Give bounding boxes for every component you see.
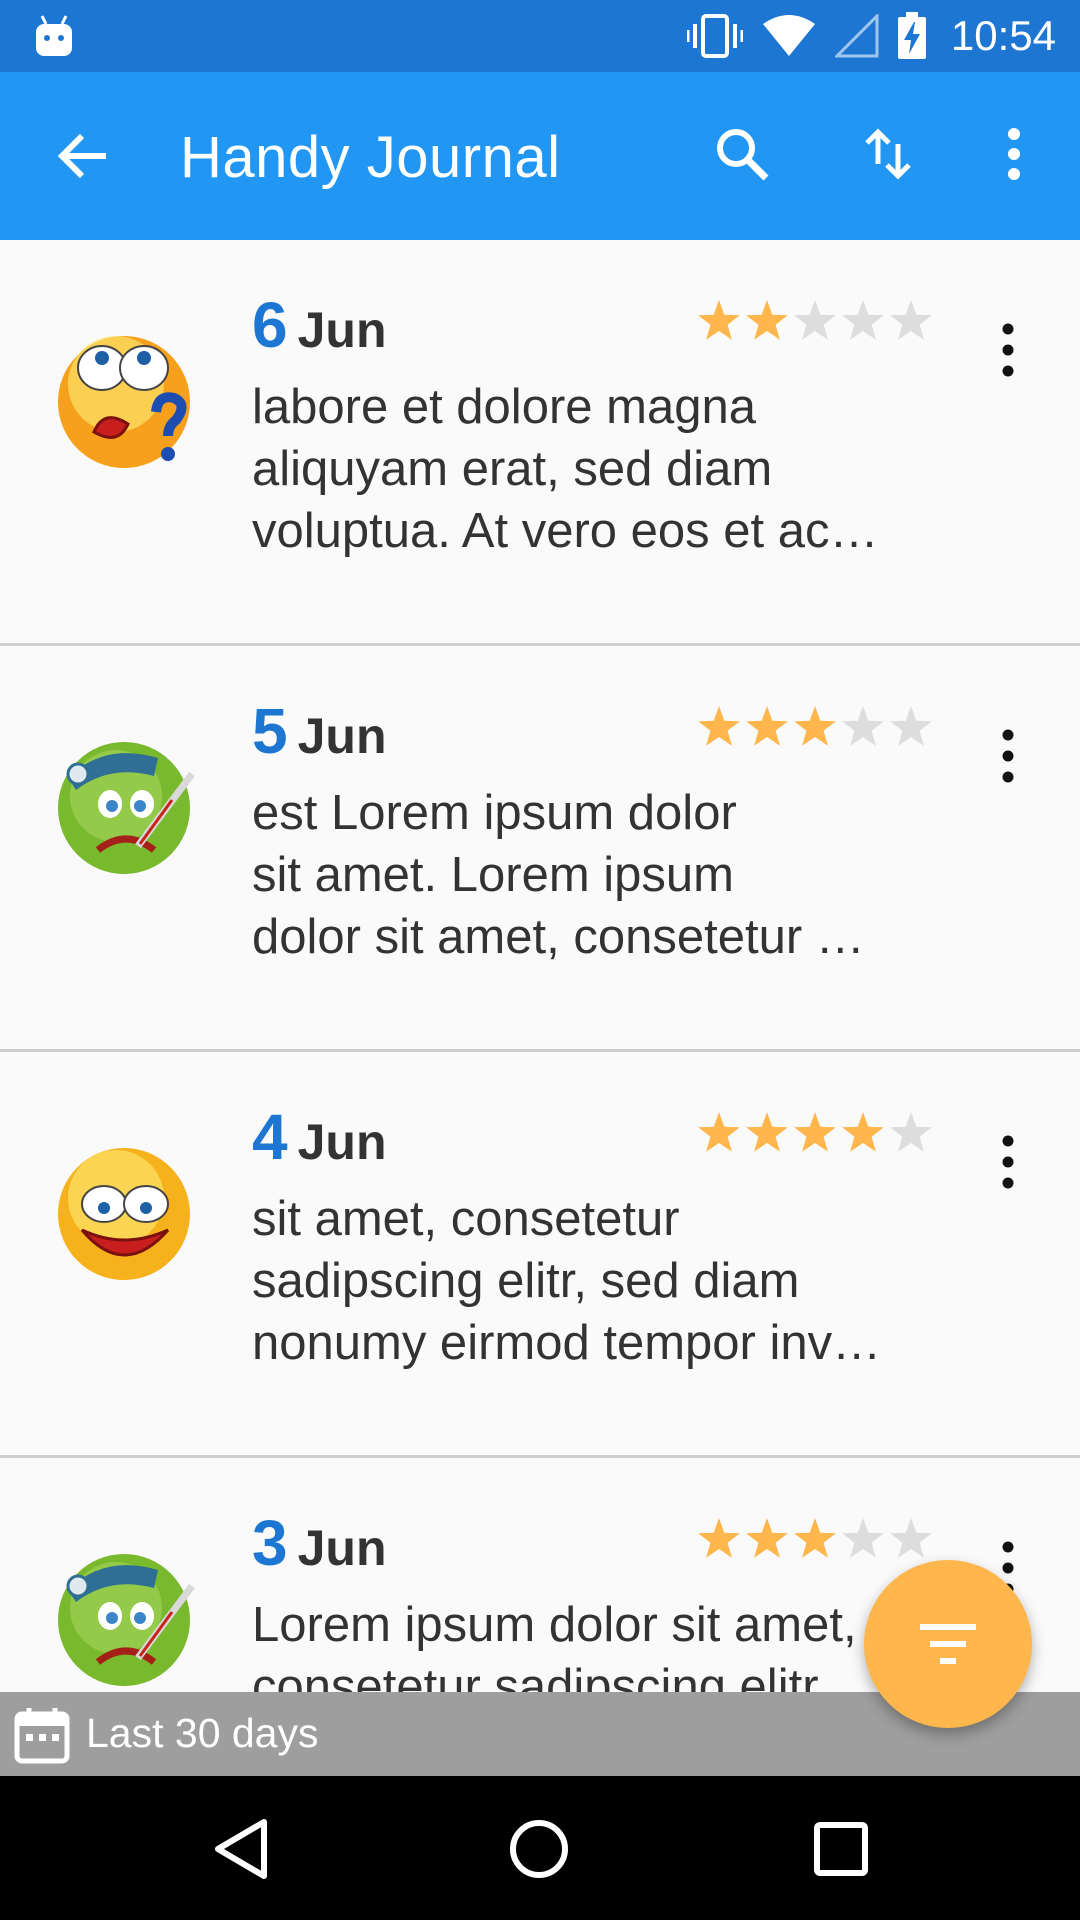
wifi-icon <box>762 15 815 56</box>
entry-date: 3 Jun <box>252 1506 387 1580</box>
entry-month: Jun <box>297 302 387 358</box>
signal-icon <box>834 14 879 58</box>
happy-face-icon <box>58 1148 190 1280</box>
entry-menu-icon[interactable] <box>986 1132 1030 1192</box>
star-filled-icon <box>746 1112 788 1152</box>
entry-date: 5 Jun <box>252 694 387 768</box>
star-empty-icon <box>842 706 884 746</box>
entry-day: 3 <box>252 1507 288 1579</box>
sort-icon[interactable] <box>858 124 918 184</box>
journal-entry-list: 6 Jun labore et dolore magna aliquyam erat… <box>0 240 1080 1692</box>
journal-entry[interactable]: 4 Jun sit amet, consetetur sadipscing elit… <box>0 1052 1080 1458</box>
confused-face-icon <box>58 336 190 468</box>
system-nav-bar <box>0 1776 1080 1920</box>
vibrate-icon <box>686 14 743 58</box>
app-bar: Handy Journal <box>0 72 1080 240</box>
entry-text-line: Lorem ipsum dolor sit amet, <box>252 1598 857 1652</box>
sick-face-icon <box>58 742 195 874</box>
entry-text-line: labore et dolore magna <box>252 380 756 434</box>
entry-text-line: consetetur sadipscing elitr, <box>252 1660 830 1692</box>
filter-label: Last 30 days <box>86 1710 319 1756</box>
entry-text-line: voluptua. At vero eos et ac… <box>252 504 879 558</box>
rating-stars <box>696 1110 934 1156</box>
entry-text-line: est Lorem ipsum dolor <box>252 786 737 840</box>
star-filled-icon <box>842 1112 884 1152</box>
rating-stars <box>696 704 934 750</box>
entry-month: Jun <box>297 1114 387 1170</box>
star-filled-icon <box>698 1112 740 1152</box>
rating-stars <box>696 1516 934 1562</box>
entry-text-line: sadipscing elitr, sed diam <box>252 1254 800 1308</box>
star-empty-icon <box>794 300 836 340</box>
star-empty-icon <box>842 300 884 340</box>
star-empty-icon <box>890 1112 932 1152</box>
entry-text: labore et dolore magna aliquyam erat, sed… <box>252 376 932 562</box>
status-bar: 10:54 <box>0 0 1080 72</box>
entry-day: 4 <box>252 1101 288 1173</box>
star-filled-icon <box>794 706 836 746</box>
star-filled-icon <box>698 1518 740 1558</box>
page-title: Handy Journal <box>180 125 561 190</box>
nav-recents-icon[interactable] <box>814 1822 868 1876</box>
entry-text-line: aliquyam erat, sed diam <box>252 442 773 496</box>
star-filled-icon <box>698 300 740 340</box>
star-empty-icon <box>890 1518 932 1558</box>
search-icon[interactable] <box>712 124 772 184</box>
calendar-icon <box>14 1708 70 1764</box>
nav-back-icon[interactable] <box>212 1818 272 1880</box>
star-empty-icon <box>842 1518 884 1558</box>
more-vert-icon[interactable] <box>984 124 1044 184</box>
journal-entry[interactable]: 5 Jun est Lorem ipsum dolor sit amet. Lore… <box>0 646 1080 1052</box>
entry-month: Jun <box>297 1520 387 1576</box>
status-time: 10:54 <box>950 12 1056 59</box>
entry-month: Jun <box>297 708 387 764</box>
mood-icon <box>54 1140 196 1282</box>
star-empty-icon <box>890 300 932 340</box>
star-filled-icon <box>746 300 788 340</box>
filter-icon <box>920 1624 976 1664</box>
star-filled-icon <box>794 1518 836 1558</box>
entry-text-line: nonumy eirmod tempor inv… <box>252 1316 882 1370</box>
mood-icon <box>54 1546 196 1688</box>
entry-date: 4 Jun <box>252 1100 387 1174</box>
entry-text: sit amet, consetetur sadipscing elitr, se… <box>252 1188 932 1374</box>
mood-icon <box>54 734 196 876</box>
star-filled-icon <box>698 706 740 746</box>
star-filled-icon <box>746 1518 788 1558</box>
entry-text-line: sit amet, consetetur <box>252 1192 680 1246</box>
entry-day: 6 <box>252 289 288 361</box>
battery-charging-icon <box>897 12 926 59</box>
star-filled-icon <box>746 706 788 746</box>
entry-day: 5 <box>252 695 288 767</box>
entry-text: est Lorem ipsum dolor sit amet. Lorem ips… <box>252 782 932 968</box>
sick-face-icon <box>58 1554 195 1686</box>
nav-home-icon[interactable] <box>508 1818 570 1880</box>
android-debug-icon <box>36 15 72 56</box>
entry-text-line: sit amet. Lorem ipsum <box>252 848 734 902</box>
entry-menu-icon[interactable] <box>986 726 1030 786</box>
star-empty-icon <box>890 706 932 746</box>
mood-icon <box>54 328 196 470</box>
journal-entry[interactable]: 6 Jun labore et dolore magna aliquyam erat… <box>0 240 1080 646</box>
arrow-left-icon[interactable] <box>54 126 114 186</box>
entry-menu-icon[interactable] <box>986 320 1030 380</box>
entry-date: 6 Jun <box>252 288 387 362</box>
entry-text-line: dolor sit amet, consetetur … <box>252 910 865 964</box>
star-filled-icon <box>794 1112 836 1152</box>
rating-stars <box>696 298 934 344</box>
entry-text: Lorem ipsum dolor sit amet, consetetur sa… <box>252 1594 932 1692</box>
filter-fab-button[interactable] <box>864 1560 1032 1728</box>
